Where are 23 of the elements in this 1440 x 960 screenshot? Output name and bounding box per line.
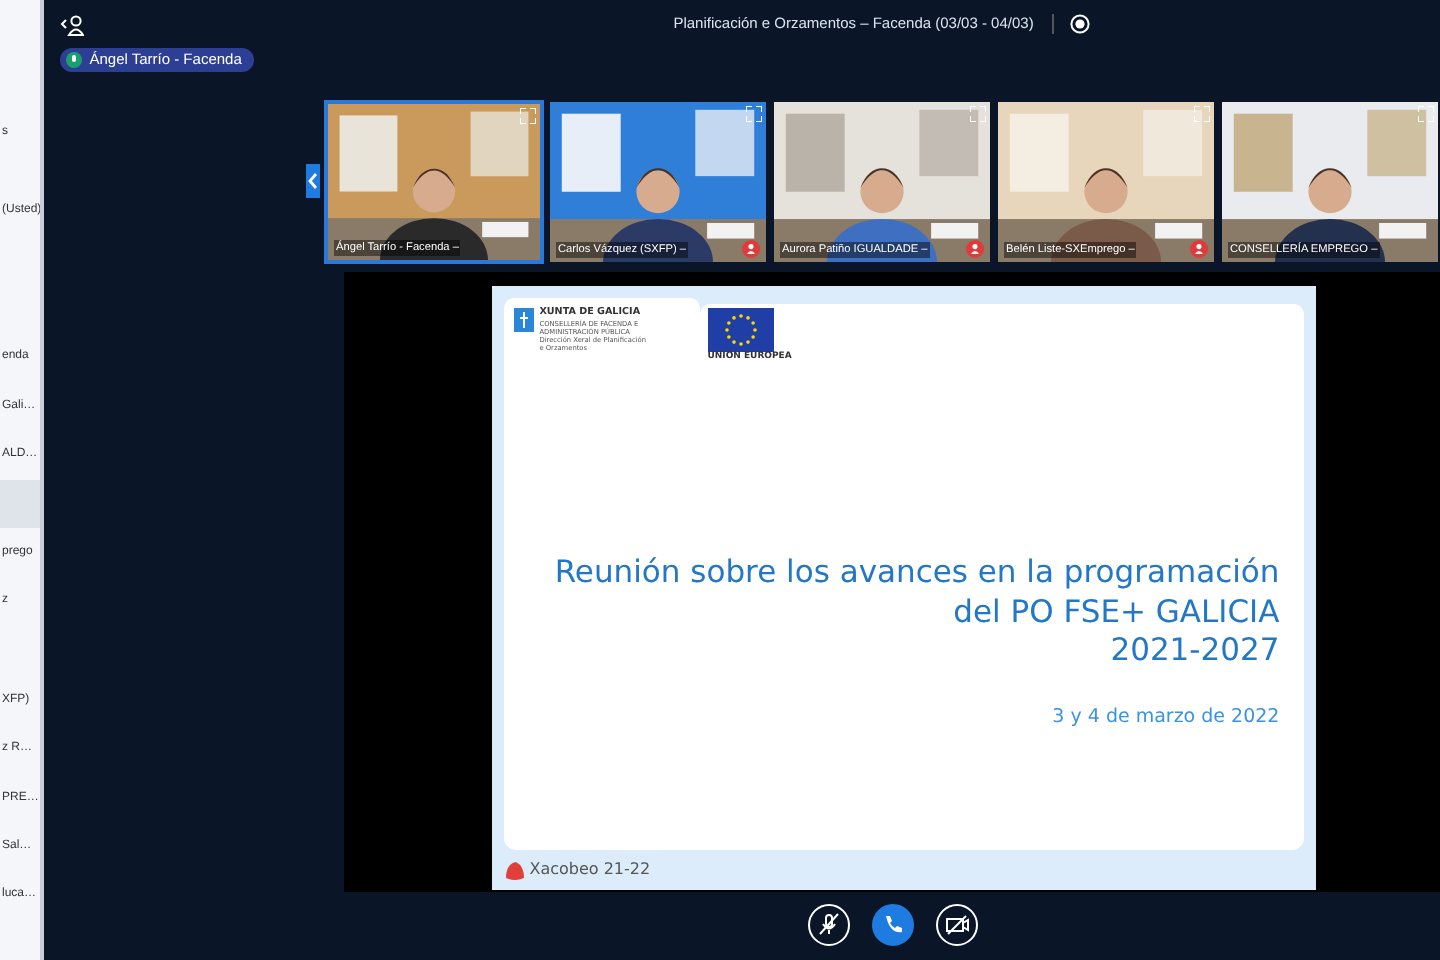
phone-icon (880, 911, 907, 937)
scallop-logo-icon (503, 859, 526, 881)
eu-flag-icon (707, 308, 774, 352)
fullscreen-icon[interactable] (746, 106, 762, 122)
slide-title: 2021-2027 (1108, 632, 1280, 671)
camera-button[interactable] (936, 903, 979, 945)
slide-date: 3 y 4 de marzo de 2022 (1050, 703, 1280, 731)
participants-icon[interactable] (59, 13, 84, 35)
slide-footer: Xacobeo 21-22 (529, 858, 651, 882)
mic-muted-icon (816, 911, 843, 937)
fullscreen-icon[interactable] (520, 108, 536, 124)
muted-mic-icon (1190, 240, 1208, 258)
mic-button[interactable] (808, 903, 851, 945)
coat-of-arms-icon (513, 308, 534, 332)
muted-mic-icon (966, 240, 984, 258)
record-icon[interactable] (1069, 14, 1090, 34)
previous-button[interactable] (305, 164, 320, 198)
camera-off-icon (944, 911, 971, 937)
slide-title: Reunión sobre los avances en la programación (552, 554, 1280, 593)
muted-mic-icon (742, 240, 760, 258)
hang-up-button[interactable] (872, 903, 915, 945)
slide-title: del PO FSE+ GALICIA (951, 593, 1280, 632)
mic-icon (65, 52, 82, 68)
